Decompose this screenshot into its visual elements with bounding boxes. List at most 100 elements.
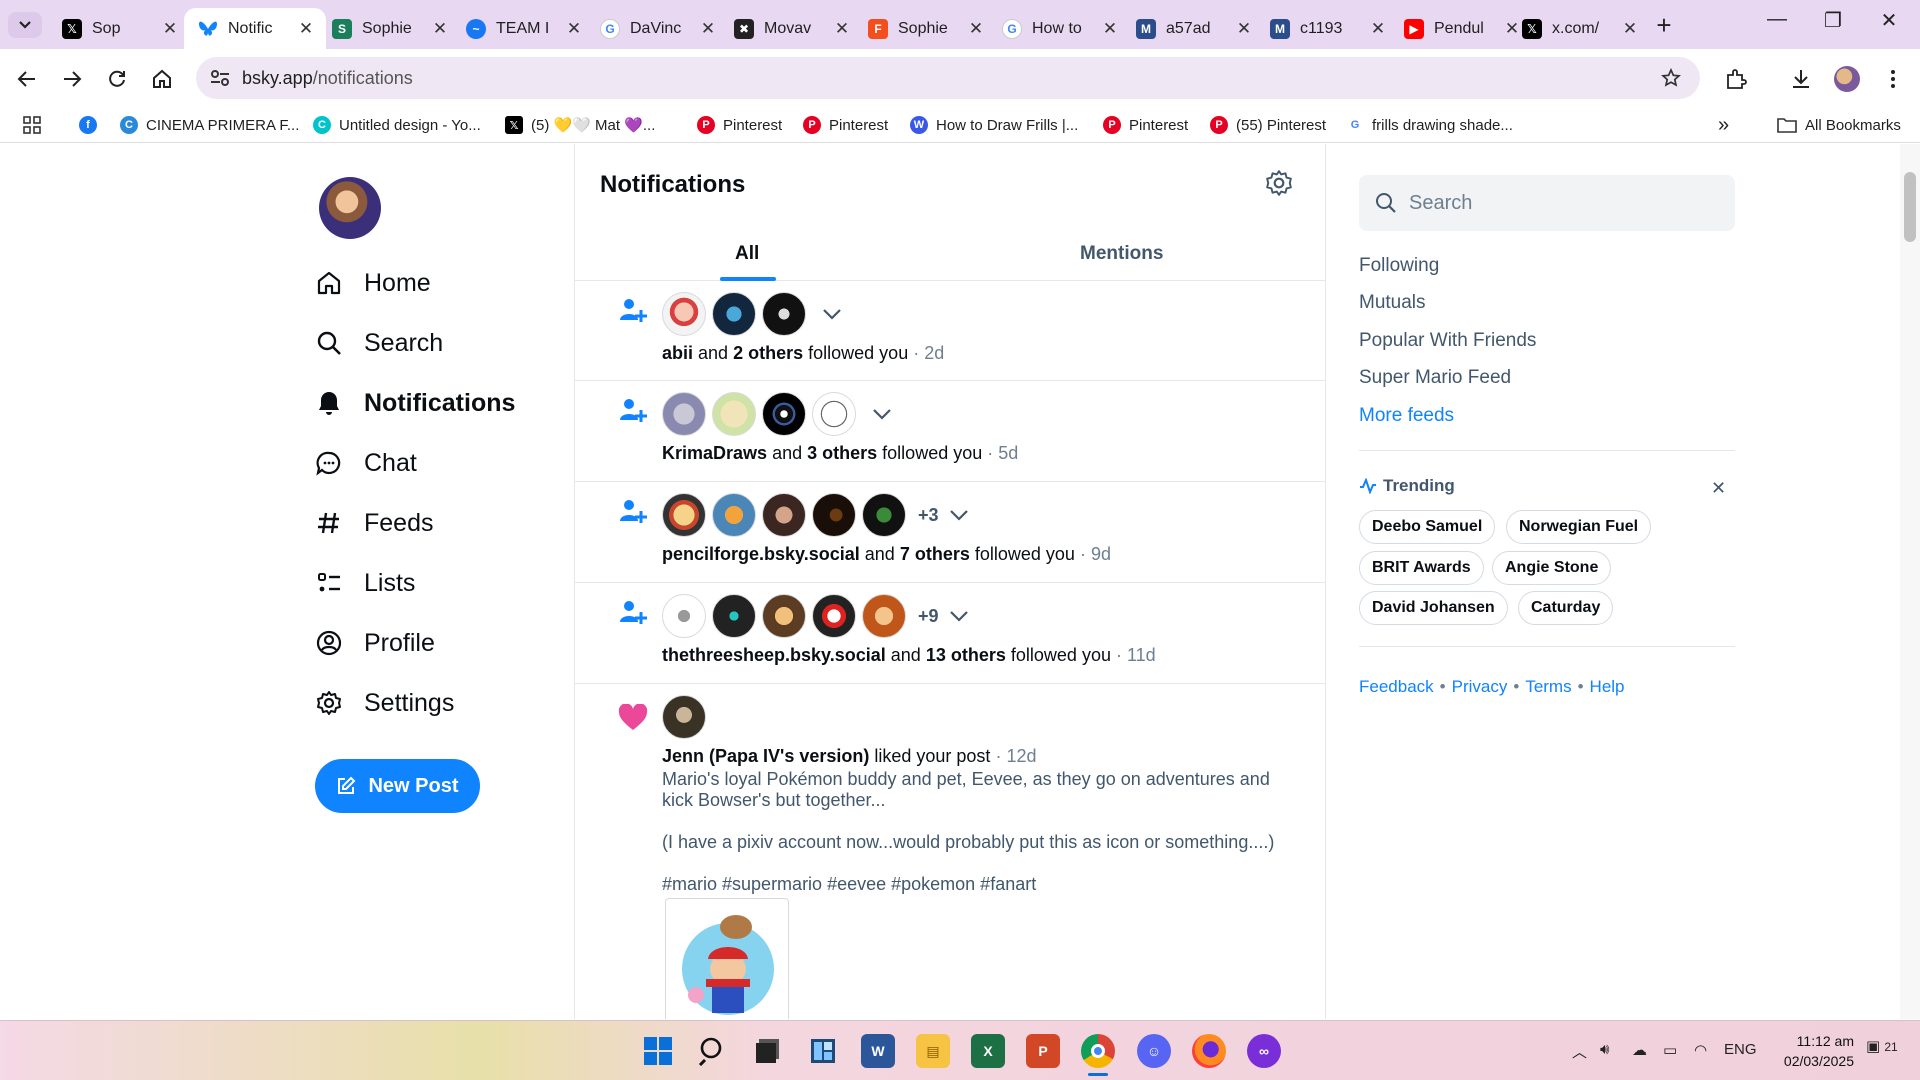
back-button[interactable]	[14, 66, 40, 92]
close-tab-icon[interactable]: ✕	[966, 19, 986, 39]
downloads-button[interactable]	[1788, 66, 1814, 92]
notification-author[interactable]: Jenn (Papa IV's version)	[662, 746, 869, 766]
scrollbar-thumb[interactable]	[1904, 172, 1916, 242]
bookmark-item[interactable]: P Pinterest	[803, 113, 888, 137]
powerpoint-app[interactable]: P	[1026, 1034, 1060, 1068]
avatar[interactable]	[712, 292, 756, 336]
avatar[interactable]	[712, 493, 756, 537]
forward-button[interactable]	[59, 66, 85, 92]
footer-link-terms[interactable]: Terms	[1525, 677, 1571, 696]
avatar[interactable]	[812, 392, 856, 436]
notification-author[interactable]: pencilforge.bsky.social	[662, 544, 860, 564]
browser-tab[interactable]: G How to ✕	[988, 8, 1130, 49]
site-info-icon[interactable]	[210, 69, 230, 87]
notification-author[interactable]: thethreesheep.bsky.social	[662, 645, 886, 665]
page-scrollbar[interactable]	[1900, 144, 1920, 1019]
chrome-app[interactable]	[1081, 1034, 1115, 1068]
browser-tab[interactable]: ~ TEAM I ✕	[452, 8, 594, 49]
avatar[interactable]	[762, 292, 806, 336]
notification-author[interactable]: KrimaDraws	[662, 443, 767, 463]
apps-button[interactable]	[22, 113, 42, 137]
post-preview[interactable]: Mario's loyal Pokémon buddy and pet, Eev…	[662, 769, 1302, 916]
nav-search[interactable]: Search	[314, 323, 443, 363]
more-bookmarks-button[interactable]: »	[1718, 113, 1729, 137]
file-explorer-app[interactable]: ▤	[916, 1034, 950, 1068]
avatar[interactable]	[712, 594, 756, 638]
wifi-icon[interactable]: ◠	[1694, 1041, 1707, 1059]
chevron-down-icon[interactable]	[822, 308, 842, 320]
firefox-app[interactable]	[1192, 1034, 1226, 1068]
trending-topic[interactable]: Caturday	[1518, 591, 1614, 625]
tab-mentions[interactable]: Mentions	[1080, 243, 1163, 265]
taskbar-search-button[interactable]	[696, 1034, 730, 1068]
trending-topic[interactable]: Norwegian Fuel	[1506, 510, 1652, 544]
all-bookmarks-button[interactable]: All Bookmarks	[1777, 113, 1901, 137]
avatar[interactable]	[762, 594, 806, 638]
nav-lists[interactable]: Lists	[314, 563, 415, 603]
footer-link-privacy[interactable]: Privacy	[1452, 677, 1508, 696]
restore-button[interactable]: ❐	[1813, 8, 1853, 33]
minimize-button[interactable]: —	[1757, 8, 1797, 31]
widgets-button[interactable]	[806, 1034, 840, 1068]
avatar[interactable]	[812, 493, 856, 537]
tab-search-button[interactable]	[8, 12, 42, 38]
close-tab-icon[interactable]: ✕	[1368, 19, 1388, 39]
chevron-down-icon[interactable]	[872, 408, 892, 420]
url-bar[interactable]: bsky.app/notifications	[196, 57, 1700, 99]
trending-topic[interactable]: David Johansen	[1359, 591, 1508, 625]
browser-tab[interactable]: 𝕏 x.com/ ✕	[1508, 8, 1650, 49]
avatar[interactable]	[662, 594, 706, 638]
search-box[interactable]	[1359, 175, 1735, 231]
feed-link[interactable]: Following	[1359, 255, 1439, 277]
browser-tab[interactable]: S Sophie ✕	[318, 8, 460, 49]
browser-tab[interactable]: ✖ Movav ✕	[720, 8, 862, 49]
close-tab-icon[interactable]: ✕	[430, 19, 450, 39]
bookmark-item[interactable]: P (55) Pinterest	[1210, 113, 1326, 137]
vpn-app[interactable]: ∞	[1247, 1034, 1281, 1068]
avatar[interactable]	[812, 594, 856, 638]
nav-settings[interactable]: Settings	[314, 683, 454, 723]
bookmark-item[interactable]: 𝕏 (5) 💛🤍 Mat 💜...	[505, 113, 655, 137]
browser-tab-active[interactable]: Notific ✕	[184, 8, 326, 49]
notification-item[interactable]: +3 pencilforge.bsky.social and 7 others …	[575, 482, 1325, 583]
new-tab-button[interactable]: +	[1650, 10, 1678, 41]
battery-icon[interactable]: ▭	[1663, 1041, 1677, 1059]
browser-tab[interactable]: G DaVinc ✕	[586, 8, 728, 49]
footer-link-help[interactable]: Help	[1590, 677, 1625, 696]
chevron-down-icon[interactable]	[949, 509, 969, 521]
browser-tab[interactable]: M c1193 ✕	[1256, 8, 1398, 49]
close-tab-icon[interactable]: ✕	[1234, 19, 1254, 39]
excel-app[interactable]: X	[971, 1034, 1005, 1068]
bookmark-item[interactable]: Gfrills drawing shade...	[1346, 113, 1513, 137]
browser-tab[interactable]: M a57ad ✕	[1122, 8, 1264, 49]
search-input[interactable]	[1409, 191, 1709, 215]
chevron-down-icon[interactable]	[949, 610, 969, 622]
close-window-button[interactable]: ✕	[1869, 8, 1909, 33]
new-post-button[interactable]: New Post	[315, 759, 480, 813]
feed-link[interactable]: Popular With Friends	[1359, 330, 1536, 352]
avatar[interactable]	[662, 292, 706, 336]
more-avatars-count[interactable]: +3	[918, 505, 939, 526]
show-hidden-icons[interactable]: ︿	[1572, 1041, 1587, 1062]
clock[interactable]: 11:12 am 02/03/2025	[1768, 1031, 1854, 1071]
nav-notifications[interactable]: Notifications	[314, 383, 515, 423]
bookmark-item[interactable]: f	[79, 113, 105, 137]
nav-feeds[interactable]: Feeds	[314, 503, 433, 543]
nav-chat[interactable]: Chat	[314, 443, 417, 483]
notification-item[interactable]: +9 thethreesheep.bsky.social and 13 othe…	[575, 583, 1325, 684]
close-tab-icon[interactable]: ✕	[698, 19, 718, 39]
start-button[interactable]	[641, 1034, 675, 1068]
trending-topic[interactable]: Deebo Samuel	[1359, 510, 1496, 544]
volume-icon[interactable]: 🔊︎	[1600, 1041, 1609, 1058]
onedrive-icon[interactable]: ☁︎	[1632, 1041, 1647, 1059]
avatar[interactable]	[662, 392, 706, 436]
close-tab-icon[interactable]: ✕	[1100, 19, 1120, 39]
notification-item[interactable]: KrimaDraws and 3 others followed you · 5…	[575, 381, 1325, 482]
more-avatars-count[interactable]: +9	[918, 606, 939, 627]
bookmark-item[interactable]: P Pinterest	[1103, 113, 1188, 137]
extensions-button[interactable]	[1723, 66, 1749, 92]
trending-topic[interactable]: BRIT Awards	[1359, 551, 1484, 585]
tab-all[interactable]: All	[735, 243, 759, 265]
notification-settings-button[interactable]	[1265, 169, 1293, 197]
close-trending-button[interactable]: ✕	[1711, 478, 1726, 499]
